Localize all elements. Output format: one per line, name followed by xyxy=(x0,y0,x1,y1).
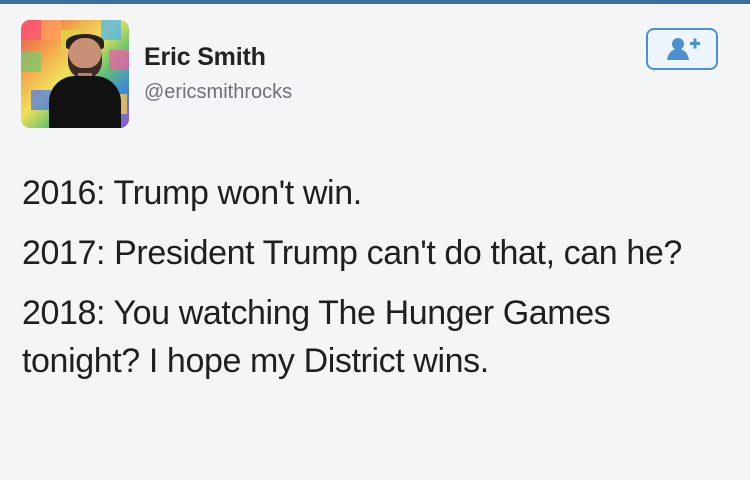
avatar-background-tile xyxy=(21,52,41,72)
avatar-background-tile xyxy=(41,20,61,40)
tweet-body: 2016: Trump won't win. 2017: President T… xyxy=(22,169,730,397)
avatar-background-tile xyxy=(101,20,121,40)
tweet-line-2016: 2016: Trump won't win. xyxy=(22,174,362,212)
avatar-body xyxy=(49,76,121,128)
user-display-name[interactable]: Eric Smith xyxy=(144,43,266,72)
add-user-icon xyxy=(667,38,700,60)
user-handle[interactable]: @ericsmithrocks xyxy=(144,81,292,104)
avatar-face xyxy=(68,38,102,78)
tweet-card: Eric Smith @ericsmithrocks 2016: Trump w… xyxy=(0,0,750,480)
tweet-line-2017: 2017: President Trump can't do that, can… xyxy=(22,234,682,272)
follow-button[interactable] xyxy=(646,28,718,70)
user-avatar[interactable] xyxy=(21,20,129,128)
tweet-line-2018: 2018: You watching The Hunger Games toni… xyxy=(22,294,611,380)
avatar-background-tile xyxy=(31,90,51,110)
avatar-background-tile xyxy=(109,50,129,70)
avatar-background-tile xyxy=(21,20,41,40)
